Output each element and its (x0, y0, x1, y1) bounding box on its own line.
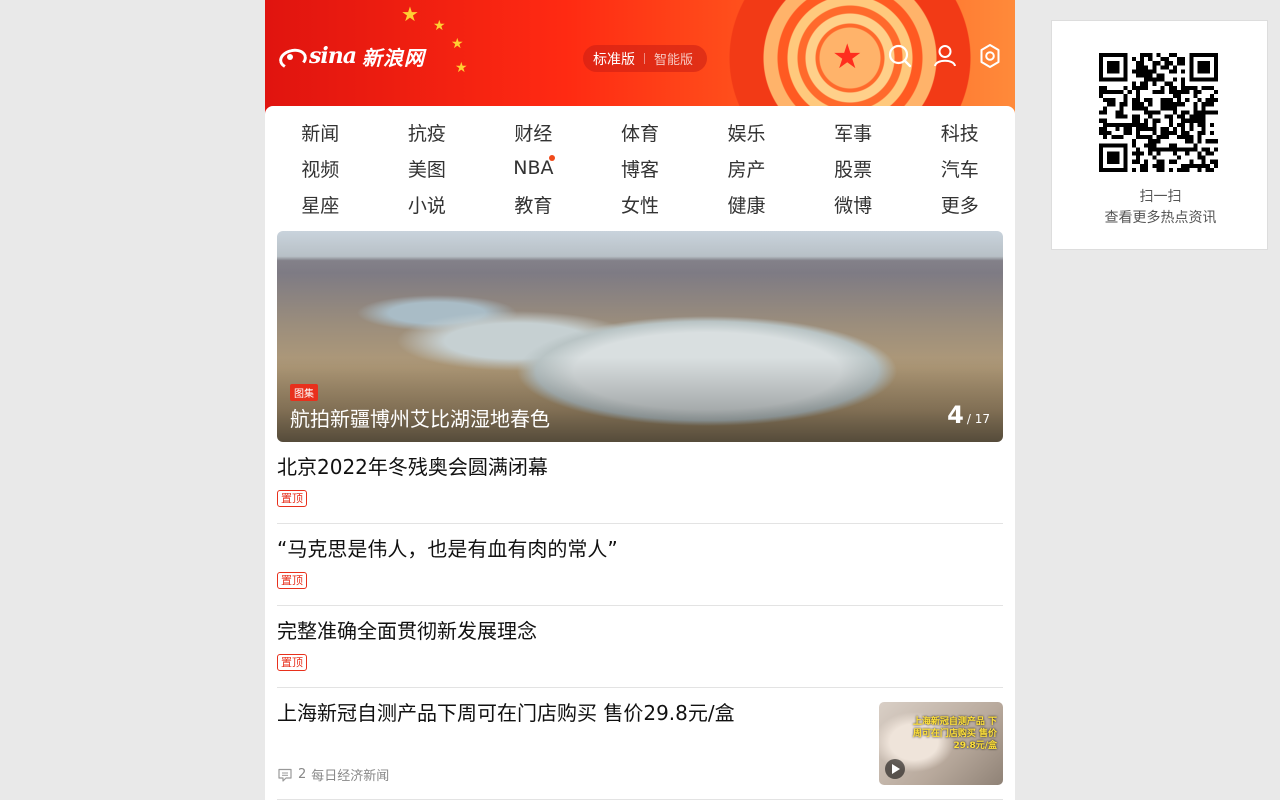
nav-item[interactable]: 博客 (587, 150, 694, 186)
nav-item[interactable]: 科技 (906, 114, 1013, 150)
gallery-current: 4 (947, 401, 964, 429)
channel-grid: 新闻 抗疫 财经 体育 娱乐 军事 科技视频 美图 NBA 博客 房产 股票 汽车星座 小说 教育 女性 健康 微… (265, 114, 1015, 222)
news-item[interactable]: 上海新冠自测产品下周可在门店购买 售价29.8元/盒 2 每日经济新闻 上海新冠… (277, 688, 1003, 800)
nav-item-label: 娱乐 (727, 122, 766, 145)
header-banner: ★ ★ ★ ★ ★ sina 新浪网 标准版 智能版 (265, 0, 1015, 115)
nav-item-label: 视频 (301, 158, 340, 181)
news-title: “马克思是伟人，也是有血有肉的常人” (277, 537, 618, 561)
nav-item[interactable]: 星座 (267, 186, 374, 222)
nav-item[interactable]: 微博 (800, 186, 907, 222)
nav-item-label: 星座 (301, 194, 340, 217)
comment-icon (278, 768, 292, 782)
news-source: 每日经济新闻 (311, 769, 390, 784)
nav-item[interactable]: 更多 (906, 186, 1013, 222)
news-item[interactable]: 完整准确全面贯彻新发展理念 置顶 (277, 606, 1003, 688)
nav-item[interactable]: 体育 (587, 114, 694, 150)
nav-item-label: 军事 (834, 122, 873, 145)
nav-item-label: 新闻 (301, 122, 340, 145)
new-indicator-dot (548, 155, 555, 161)
qr-caption-line1: 扫一扫 (1139, 189, 1182, 205)
nav-item-label: 科技 (940, 122, 979, 145)
mode-smart[interactable]: 智能版 (654, 49, 693, 68)
nav-item-label: 抗疫 (407, 122, 446, 145)
version-switch: 标准版 智能版 (583, 45, 707, 72)
nav-item[interactable]: 抗疫 (374, 114, 481, 150)
flag-star-icon: ★ (455, 60, 468, 76)
nav-item[interactable]: 健康 (693, 186, 800, 222)
pinned-tag: 置顶 (277, 654, 307, 671)
hero-gallery[interactable]: 图集 航拍新疆博州艾比湖湿地春色 4 / 17 (277, 231, 1003, 442)
gallery-counter: 4 / 17 (947, 401, 990, 429)
nav-item-label: 美图 (407, 158, 446, 181)
news-title: 完整准确全面贯彻新发展理念 (277, 619, 537, 643)
nav-item[interactable]: 新闻 (267, 114, 374, 150)
gear-icon (980, 44, 1000, 68)
hero-title: 航拍新疆博州艾比湖湿地春色 (290, 407, 550, 431)
news-title: 北京2022年冬残奥会圆满闭幕 (277, 455, 548, 479)
nav-item[interactable]: 女性 (587, 186, 694, 222)
nav-item[interactable]: 教育 (480, 186, 587, 222)
nav-item[interactable]: 军事 (800, 114, 907, 150)
gallery-badge: 图集 (290, 384, 318, 401)
logo-cn-text: 新浪网 (362, 45, 425, 70)
news-item[interactable]: “马克思是伟人，也是有血有肉的常人” 置顶 (277, 524, 1003, 606)
nav-item-label: 股票 (834, 158, 873, 181)
qr-caption-line2: 查看更多热点资讯 (1104, 210, 1217, 226)
channel-nav: 新闻 抗疫 财经 体育 娱乐 军事 科技视频 美图 NBA 博客 房产 股票 汽车星座 小说 教育 女性 健康 微… (265, 106, 1015, 224)
nav-item-label: 更多 (940, 194, 979, 217)
nav-item-label: 小说 (407, 194, 446, 217)
gallery-total: / 17 (966, 412, 990, 426)
nav-item[interactable]: 娱乐 (693, 114, 800, 150)
nav-item[interactable]: 视频 (267, 150, 374, 186)
nav-item-label: 房产 (727, 158, 766, 181)
nav-item-label: 健康 (727, 194, 766, 217)
nav-item-label: NBA (513, 157, 554, 179)
qr-code-panel: 扫一扫 查看更多热点资讯 (1051, 20, 1268, 250)
nav-item-label: 博客 (620, 158, 659, 181)
video-thumbnail[interactable]: 上海新冠自测产品 下周可在门店购买 售价29.8元/盒 (879, 702, 1003, 785)
sina-eye-icon (277, 45, 303, 67)
comment-count: 2 (298, 767, 307, 782)
play-icon[interactable] (885, 759, 905, 779)
nav-item[interactable]: 财经 (480, 114, 587, 150)
nav-item-label: 汽车 (940, 158, 979, 181)
nav-item[interactable]: 小说 (374, 186, 481, 222)
nav-item-label: 财经 (514, 122, 553, 145)
pinned-tag: 置顶 (277, 572, 307, 589)
nav-item[interactable]: NBA (480, 150, 587, 186)
user-icon (934, 45, 956, 67)
mobile-page: ★ ★ ★ ★ ★ sina 新浪网 标准版 智能版 新闻 抗疫 财经 体育 娱… (265, 0, 1015, 800)
logo-text: sina (309, 43, 357, 69)
news-item[interactable]: 北京2022年冬残奥会圆满闭幕 置顶 (277, 442, 1003, 524)
flag-star-icon: ★ (433, 18, 446, 34)
user-button[interactable] (931, 42, 959, 70)
nav-item-label: 微博 (834, 194, 873, 217)
search-icon (888, 44, 912, 68)
news-title: 上海新冠自测产品下周可在门店购买 售价29.8元/盒 (277, 701, 735, 725)
pinned-tag: 置顶 (277, 490, 307, 507)
nav-item[interactable]: 美图 (374, 150, 481, 186)
settings-button[interactable] (976, 42, 1004, 70)
search-button[interactable] (886, 42, 914, 70)
emblem-star-icon: ★ (832, 37, 863, 77)
mode-standard[interactable]: 标准版 (593, 49, 635, 69)
mode-divider (644, 53, 645, 64)
nav-item-label: 教育 (514, 194, 553, 217)
nav-item-label: 体育 (620, 122, 659, 145)
flag-star-icon: ★ (401, 2, 419, 26)
sina-logo[interactable]: sina 新浪网 (277, 36, 425, 76)
qr-code-icon (1099, 53, 1218, 172)
nav-item[interactable]: 股票 (800, 150, 907, 186)
flag-star-icon: ★ (451, 36, 464, 52)
thumbnail-caption: 上海新冠自测产品 下周可在门店购买 售价29.8元/盒 (912, 717, 997, 751)
nav-item[interactable]: 汽车 (906, 150, 1013, 186)
news-meta: 2 每日经济新闻 (277, 765, 389, 784)
nav-item[interactable]: 房产 (693, 150, 800, 186)
nav-item-label: 女性 (620, 194, 659, 217)
